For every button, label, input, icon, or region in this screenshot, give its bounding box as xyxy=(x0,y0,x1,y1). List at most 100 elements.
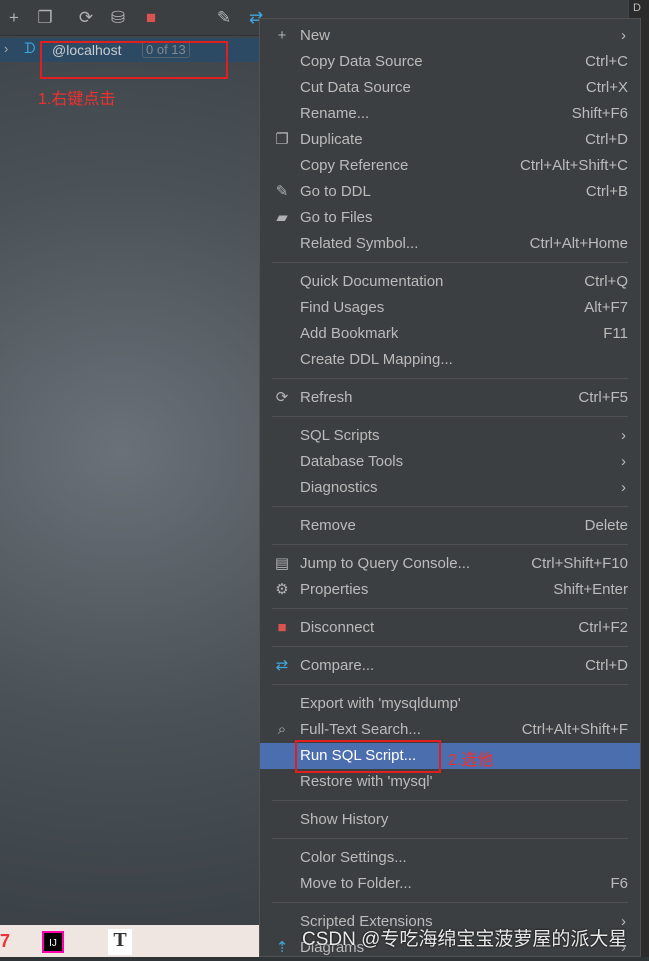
intellij-icon[interactable]: IJ xyxy=(42,931,64,953)
menu-icon: ⇄ xyxy=(275,657,289,674)
menu-item-label: Go to Files xyxy=(300,209,373,226)
menu-item-export-with-mysqldump[interactable]: Export with 'mysqldump' xyxy=(260,691,640,717)
menu-item-label: Disconnect xyxy=(300,619,375,636)
menu-shortcut: Ctrl+Alt+Shift+F xyxy=(521,721,628,738)
menu-item-create-ddl-mapping[interactable]: Create DDL Mapping... xyxy=(260,347,640,373)
menu-item-label: Remove xyxy=(300,517,356,534)
menu-item-move-to-folder[interactable]: Move to Folder... F6 xyxy=(260,871,640,897)
menu-shortcut: Ctrl+Alt+Shift+C xyxy=(520,157,628,174)
db-tools-icon[interactable]: ⛁ xyxy=(108,8,128,28)
menu-shortcut: Ctrl+D xyxy=(585,131,628,148)
submenu-arrow-icon: › xyxy=(621,453,626,470)
menu-shortcut: Shift+F6 xyxy=(571,105,628,122)
menu-separator xyxy=(260,411,640,423)
menu-icon: ⟳ xyxy=(275,389,289,406)
add-icon[interactable]: + xyxy=(4,8,24,28)
menu-item-disconnect[interactable]: ■ Disconnect Ctrl+F2 xyxy=(260,615,640,641)
menu-shortcut: Ctrl+Shift+F10 xyxy=(531,555,628,572)
menu-icon: ✎ xyxy=(275,183,289,200)
menu-item-label: Color Settings... xyxy=(300,849,407,866)
stop-icon[interactable]: ■ xyxy=(141,8,161,28)
menu-icon: ⌕ xyxy=(277,721,287,738)
menu-shortcut: Ctrl+Alt+Home xyxy=(529,235,628,252)
app-icon[interactable]: 7 xyxy=(0,931,10,952)
menu-item-add-bookmark[interactable]: Add Bookmark F11 xyxy=(260,321,640,347)
menu-item-color-settings[interactable]: Color Settings... xyxy=(260,845,640,871)
menu-item-cut-data-source[interactable]: Cut Data Source Ctrl+X xyxy=(260,75,640,101)
menu-item-label: Compare... xyxy=(300,657,375,674)
menu-item-label: Quick Documentation xyxy=(300,273,444,290)
menu-item-label: Rename... xyxy=(300,105,370,122)
taskbar: 7 IJ T xyxy=(0,925,260,957)
menu-item-copy-reference[interactable]: Copy Reference Ctrl+Alt+Shift+C xyxy=(260,153,640,179)
menu-item-label: Properties xyxy=(300,581,369,598)
menu-item-go-to-files[interactable]: ▰ Go to Files xyxy=(260,205,640,231)
menu-item-label: SQL Scripts xyxy=(300,427,380,444)
menu-item-show-history[interactable]: Show History xyxy=(260,807,640,833)
watermark: CSDN @专吃海绵宝宝菠萝屋的派大星 xyxy=(302,929,628,950)
menu-icon: ▰ xyxy=(276,209,288,226)
menu-item-label: Duplicate xyxy=(300,131,363,148)
menu-item-copy-data-source[interactable]: Copy Data Source Ctrl+C xyxy=(260,49,640,75)
annotation-box-1 xyxy=(40,41,228,79)
annotation-box-2 xyxy=(295,740,441,773)
menu-item-label: Find Usages xyxy=(300,299,385,316)
menu-item-label: Create DDL Mapping... xyxy=(300,351,453,368)
menu-separator xyxy=(260,501,640,513)
menu-separator xyxy=(260,897,640,909)
menu-shortcut: Ctrl+X xyxy=(585,79,628,96)
mysql-icon: ᗪ xyxy=(24,40,36,56)
annotation-step1: 1.右键点击 xyxy=(38,91,116,108)
menu-shortcut: Ctrl+F2 xyxy=(578,619,628,636)
menu-item-label: Diagnostics xyxy=(300,479,378,496)
menu-item-properties[interactable]: ⚙ Properties Shift+Enter xyxy=(260,577,640,603)
menu-item-label: Go to DDL xyxy=(300,183,371,200)
menu-separator xyxy=(260,641,640,653)
menu-shortcut: F6 xyxy=(610,875,628,892)
menu-item-label: Add Bookmark xyxy=(300,325,399,342)
menu-item-jump-to-query-console[interactable]: ▤ Jump to Query Console... Ctrl+Shift+F10 xyxy=(260,551,640,577)
copy-icon[interactable]: ❐ xyxy=(35,8,55,28)
menu-item-quick-documentation[interactable]: Quick Documentation Ctrl+Q xyxy=(260,269,640,295)
menu-item-database-tools[interactable]: Database Tools › xyxy=(260,449,640,475)
expand-chevron-icon[interactable]: › xyxy=(4,41,8,56)
menu-item-go-to-ddl[interactable]: ✎ Go to DDL Ctrl+B xyxy=(260,179,640,205)
menu-item-label: Move to Folder... xyxy=(300,875,412,892)
menu-item-duplicate[interactable]: ❐ Duplicate Ctrl+D xyxy=(260,127,640,153)
menu-icon: ■ xyxy=(277,619,287,636)
context-menu: + New › Copy Data Source Ctrl+C Cut Data Sour… xyxy=(259,18,641,957)
menu-item-label: Cut Data Source xyxy=(300,79,411,96)
menu-item-label: Jump to Query Console... xyxy=(300,555,471,572)
menu-item-rename[interactable]: Rename... Shift+F6 xyxy=(260,101,640,127)
menu-item-label: Refresh xyxy=(300,389,353,406)
menu-separator xyxy=(260,603,640,615)
menu-item-diagnostics[interactable]: Diagnostics › xyxy=(260,475,640,501)
submenu-arrow-icon: › xyxy=(621,27,626,44)
menu-separator xyxy=(260,833,640,845)
menu-item-find-usages[interactable]: Find Usages Alt+F7 xyxy=(260,295,640,321)
menu-separator xyxy=(260,373,640,385)
typora-icon[interactable]: T xyxy=(108,929,132,955)
edit-icon[interactable]: ✎ xyxy=(214,8,234,28)
menu-item-refresh[interactable]: ⟳ Refresh Ctrl+F5 xyxy=(260,385,640,411)
menu-shortcut: Ctrl+F5 xyxy=(578,389,628,406)
menu-item-label: Show History xyxy=(300,811,389,828)
refresh-icon[interactable]: ⟳ xyxy=(76,8,96,28)
annotation-step2: 2.选他 xyxy=(448,752,494,769)
menu-item-new[interactable]: + New › xyxy=(260,23,640,49)
menu-shortcut: Delete xyxy=(584,517,628,534)
menu-icon: ⇡ xyxy=(275,939,289,956)
menu-shortcut: Ctrl+B xyxy=(585,183,628,200)
menu-separator xyxy=(260,257,640,269)
menu-shortcut: F11 xyxy=(603,325,628,342)
submenu-arrow-icon: › xyxy=(621,479,626,496)
menu-item-sql-scripts[interactable]: SQL Scripts › xyxy=(260,423,640,449)
menu-shortcut: Alt+F7 xyxy=(584,299,628,316)
menu-item-remove[interactable]: Remove Delete xyxy=(260,513,640,539)
menu-separator xyxy=(260,679,640,691)
menu-shortcut: Ctrl+D xyxy=(585,657,628,674)
menu-item-compare[interactable]: ⇄ Compare... Ctrl+D xyxy=(260,653,640,679)
menu-item-related-symbol[interactable]: Related Symbol... Ctrl+Alt+Home xyxy=(260,231,640,257)
menu-item-label: New xyxy=(300,27,331,44)
submenu-arrow-icon: › xyxy=(621,427,626,444)
